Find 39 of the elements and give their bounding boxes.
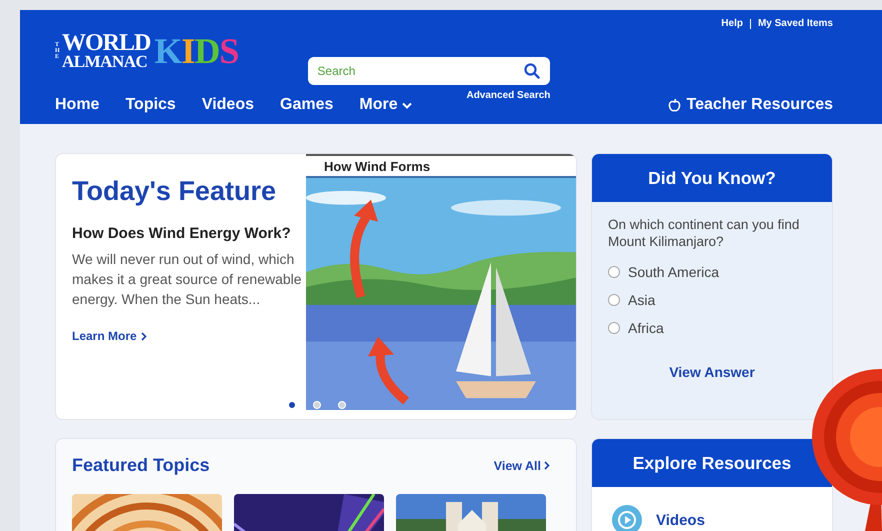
advanced-search-link[interactable]: Advanced Search: [466, 90, 550, 101]
answer-option: Africa: [628, 320, 664, 336]
quiz-question: On which continent can you find Mount Kilimanjaro?: [608, 216, 800, 250]
apple-icon: [668, 98, 681, 112]
image-title: How Wind Forms: [306, 154, 576, 178]
chevron-right-icon: [544, 461, 550, 470]
radio-button[interactable]: [608, 266, 620, 278]
search-icon[interactable]: [524, 63, 540, 79]
section-heading: Featured Topics: [72, 455, 210, 476]
nav-link[interactable]: Games: [280, 96, 334, 114]
carousel-dot[interactable]: [288, 401, 296, 409]
feature-heading: Today's Feature: [72, 176, 277, 207]
radio-button[interactable]: [608, 294, 620, 306]
answer-option: South America: [628, 264, 720, 280]
nav-link[interactable]: Home: [55, 96, 100, 114]
learn-more-link[interactable]: Learn More: [72, 329, 147, 343]
resources-heading: Explore Resources: [592, 439, 832, 487]
radio-button[interactable]: [608, 322, 620, 334]
view-all-link[interactable]: View All: [494, 458, 550, 472]
view-answer-link[interactable]: View Answer: [669, 364, 755, 380]
resource-link[interactable]: Videos: [612, 505, 812, 531]
article-title: How Does Wind Energy Work?: [72, 225, 292, 242]
nav-link[interactable]: More: [359, 96, 412, 114]
utility-link[interactable]: Help: [721, 18, 743, 29]
article-summary: We will never run out of wind, which makes it a great source of renewable energy. When the Sun heats...: [72, 250, 303, 309]
answer-option: Asia: [628, 292, 656, 308]
chevron-right-icon: [140, 332, 147, 340]
utility-link[interactable]: My Saved Items: [758, 18, 833, 29]
logo-letter: S: [219, 30, 238, 72]
quiz-heading: Did You Know?: [592, 154, 832, 202]
search-field[interactable]: Search: [308, 57, 550, 85]
nav-link[interactable]: Topics: [125, 96, 176, 114]
logo-letter: D: [194, 30, 220, 72]
nav-link[interactable]: Videos: [202, 96, 254, 114]
logo-letter: I: [181, 30, 194, 72]
teacher-resources-link[interactable]: Teacher Resources: [668, 96, 833, 114]
logo-world-text: WORLD: [62, 32, 150, 54]
logo-almanac-text: ALMANAC: [62, 54, 148, 70]
logo-letter: K: [154, 30, 182, 72]
